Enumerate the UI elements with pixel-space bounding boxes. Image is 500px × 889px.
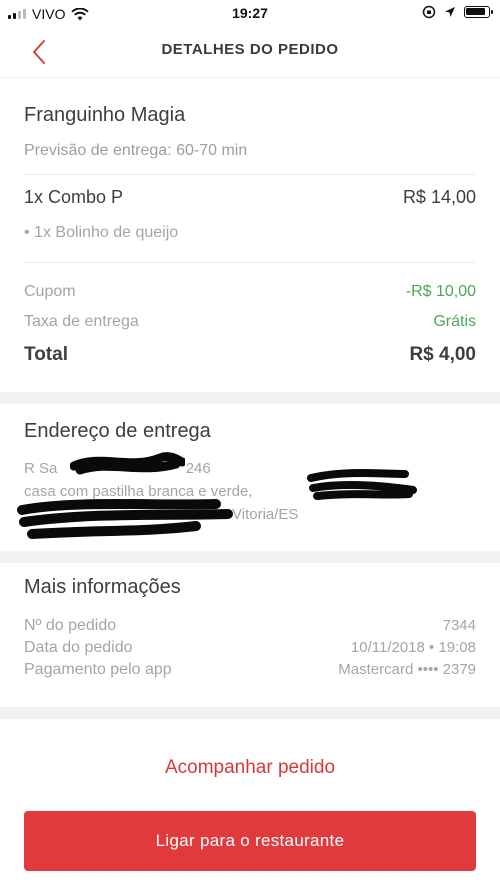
- order-date-value: 10/11/2018 • 19:08: [350, 639, 476, 656]
- location-icon: [445, 7, 455, 17]
- order-number-value: 7344: [442, 617, 476, 634]
- delivery-estimate: Previsão de entrega: 60-70 min: [24, 142, 248, 159]
- delivery-fee-value: Grátis: [433, 313, 476, 330]
- address-line-1-suffix: 246: [185, 460, 211, 477]
- order-item-name: 1x Combo P: [24, 187, 124, 207]
- delivery-fee-label: Taxa de entrega: [24, 313, 139, 330]
- restaurant-name: Franguinho Magia: [24, 104, 186, 126]
- section-divider-2: [0, 551, 500, 563]
- call-restaurant-label: Ligar para o restaurante: [155, 831, 345, 850]
- call-restaurant-button[interactable]: Ligar para o restaurante: [24, 811, 476, 871]
- coupon-value: -R$ 10,00: [405, 283, 476, 300]
- page-title: DETALHES DO PEDIDO: [161, 41, 339, 58]
- order-date-label: Data do pedido: [24, 639, 133, 656]
- status-right: [422, 5, 493, 19]
- coupon-label: Cupom: [24, 283, 76, 300]
- battery-icon: [464, 6, 493, 18]
- total-value: R$ 4,00: [409, 344, 476, 365]
- section-divider-1: [0, 392, 500, 404]
- address-title: Endereço de entrega: [24, 420, 211, 442]
- order-item-extra: • 1x Bolinho de queijo: [24, 224, 179, 241]
- address-line-1: R Sa 246: [24, 460, 211, 477]
- status-bar: VIVO 19:27: [0, 0, 500, 28]
- track-order-link[interactable]: Acompanhar pedido: [0, 757, 500, 779]
- redaction-scribble-3: [17, 499, 233, 539]
- total-label: Total: [24, 344, 68, 365]
- payment-label: Pagamento pelo app: [24, 661, 172, 678]
- address-line-2: casa com pastilha branca e verde,: [24, 483, 253, 500]
- payment-value: Mastercard •••• 2379: [338, 661, 476, 678]
- header-divider: [0, 77, 500, 78]
- address-line-1-prefix: R Sa: [24, 460, 58, 477]
- orientation-lock-icon: [422, 5, 436, 19]
- order-number-label: Nº do pedido: [24, 617, 117, 634]
- order-divider-2: [24, 262, 476, 263]
- order-divider-1: [24, 174, 476, 175]
- address-line-3: Vitoria/ES: [232, 506, 299, 523]
- section-divider-3: [0, 707, 500, 719]
- more-info-title: Mais informações: [24, 576, 181, 598]
- nav-header: DETALHES DO PEDIDO: [0, 28, 500, 76]
- redaction-scribble-2: [307, 469, 417, 500]
- order-item-price: R$ 14,00: [402, 187, 476, 207]
